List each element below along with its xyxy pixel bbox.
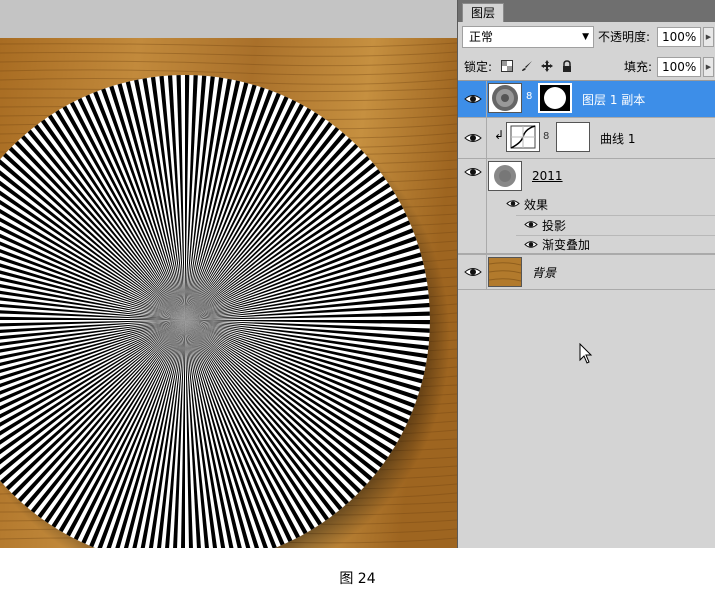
eye-icon[interactable] — [464, 131, 482, 145]
blend-mode-select[interactable]: 正常 ▼ — [462, 26, 594, 48]
layer-name[interactable]: 图层 1 副本 — [582, 91, 645, 108]
panel-tab-bar: 图层 — [458, 0, 715, 22]
layer-thumbnail[interactable] — [488, 161, 522, 191]
layer-row-background[interactable]: 背景 — [458, 254, 715, 290]
opacity-input[interactable]: 100% — [657, 27, 701, 47]
lock-transparency-icon[interactable] — [500, 60, 514, 74]
blend-mode-value: 正常 — [469, 30, 494, 44]
layer-row-copy[interactable]: 8 图层 1 副本 — [458, 81, 715, 118]
eye-icon[interactable] — [464, 265, 482, 279]
opacity-label: 不透明度: — [598, 30, 651, 44]
eye-icon[interactable] — [524, 239, 538, 250]
layer-list: 8 图层 1 副本 ↲ 8 曲线 1 2011 效果 投影 渐变叠加 背景 — [458, 80, 715, 290]
caption-area: 图 24 — [0, 548, 715, 591]
clip-arrow-icon: ↲ — [494, 128, 505, 142]
layer-mask-thumbnail[interactable] — [538, 83, 572, 113]
visibility-cell[interactable] — [458, 255, 487, 289]
chain-link-icon[interactable]: 8 — [543, 131, 549, 142]
visibility-cell[interactable] — [458, 118, 487, 158]
effect-name: 渐变叠加 — [542, 238, 591, 252]
eye-icon[interactable] — [506, 198, 520, 209]
brush-icon[interactable] — [520, 60, 534, 74]
layer-thumbnail[interactable] — [488, 257, 522, 287]
visibility-cell[interactable] — [458, 81, 487, 117]
effect-gradient-overlay[interactable]: 渐变叠加 — [516, 235, 715, 256]
canvas-artwork — [0, 0, 457, 548]
effects-row[interactable]: 效果 — [458, 195, 715, 215]
eye-icon[interactable] — [464, 165, 482, 179]
tab-layers[interactable]: 图层 — [462, 3, 505, 22]
effects-label: 效果 — [524, 198, 549, 212]
opacity-slider-arrow-icon[interactable]: ▶ — [703, 27, 714, 47]
curves-adjustment-icon[interactable] — [506, 122, 540, 152]
layer-name[interactable]: 背景 — [532, 264, 556, 281]
layer-name[interactable]: 2011 — [532, 169, 563, 183]
document-canvas[interactable] — [0, 0, 457, 548]
layer-row-curves[interactable]: ↲ 8 曲线 1 — [458, 118, 715, 159]
figure-caption: 图 24 — [339, 571, 376, 587]
chevron-down-icon: ▼ — [582, 32, 589, 42]
effect-name: 投影 — [542, 219, 567, 233]
move-icon[interactable] — [540, 60, 554, 74]
layers-panel: 图层 正常 ▼ 不透明度: 100% ▶ 锁定: 填充: 100% ▶ 8 图层… — [457, 0, 715, 548]
mouse-cursor-icon — [579, 343, 593, 364]
fill-label: 填充: — [624, 60, 653, 74]
layer-name[interactable]: 曲线 1 — [600, 130, 635, 147]
eye-icon[interactable] — [464, 92, 482, 106]
fill-input[interactable]: 100% — [657, 57, 701, 77]
eye-icon[interactable] — [524, 219, 538, 230]
layer-mask-thumbnail[interactable] — [556, 122, 590, 152]
lock-label: 锁定: — [464, 60, 493, 74]
layer-row-2011[interactable]: 2011 效果 投影 渐变叠加 — [458, 159, 715, 254]
chain-link-icon[interactable]: 8 — [526, 91, 532, 102]
layer-thumbnail[interactable] — [488, 83, 522, 113]
lock-icon[interactable] — [560, 60, 574, 74]
effect-drop-shadow[interactable]: 投影 — [516, 215, 715, 236]
fill-slider-arrow-icon[interactable]: ▶ — [703, 57, 714, 77]
